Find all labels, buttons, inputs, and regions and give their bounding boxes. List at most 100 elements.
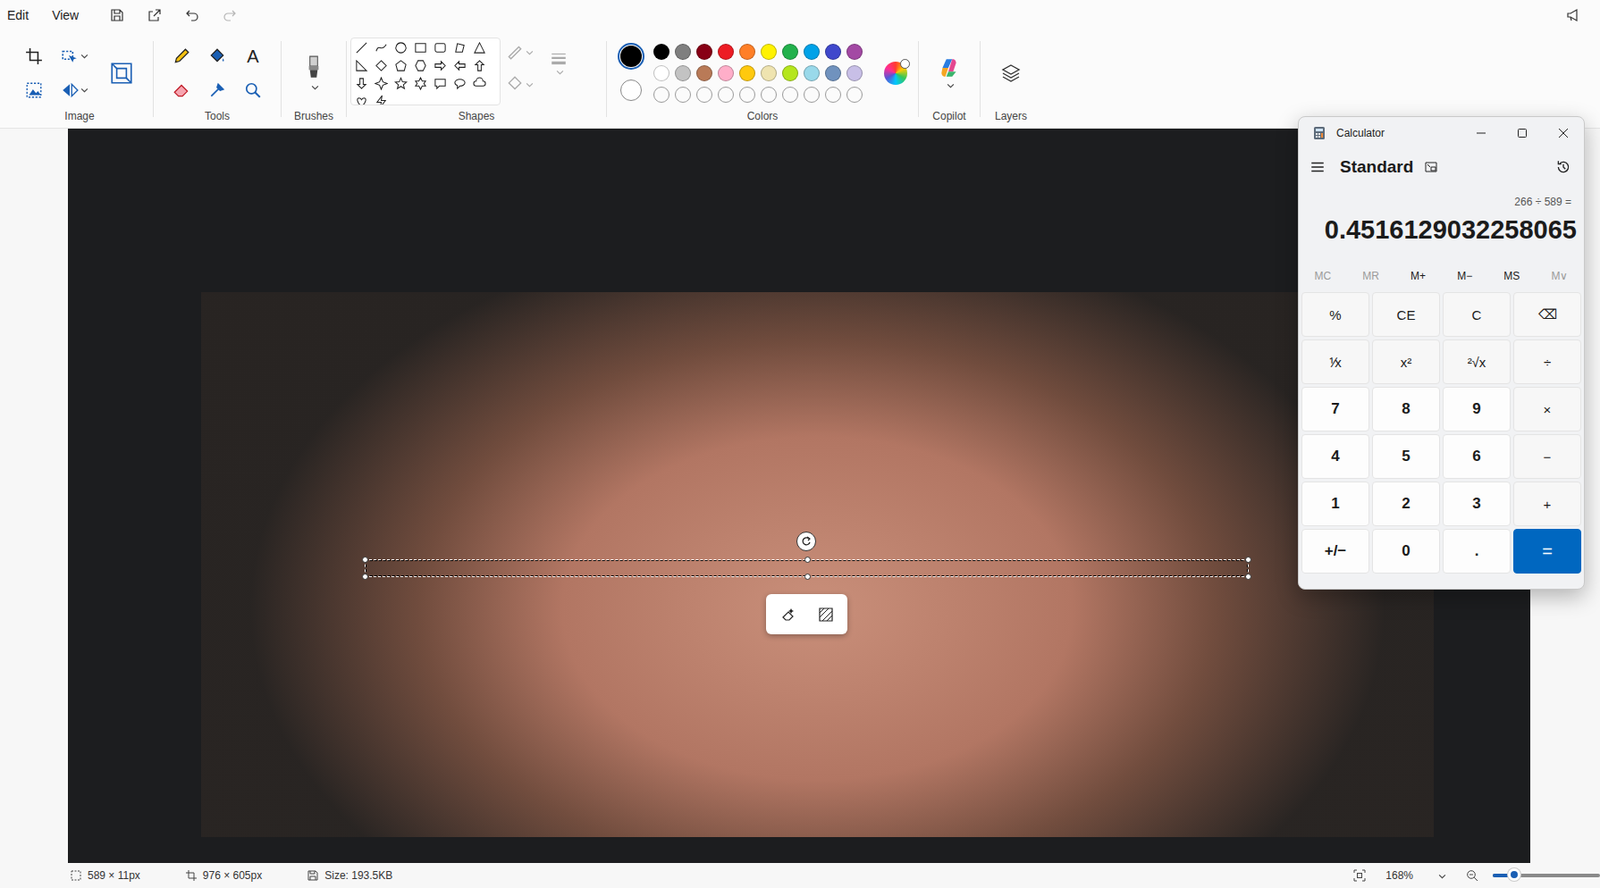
calc-key[interactable]: ⅟x [1301,339,1370,385]
palette-color[interactable] [760,65,777,82]
fit-to-window-icon[interactable] [1353,869,1366,883]
shape-icon[interactable] [453,41,467,55]
calc-key[interactable]: 6 [1442,434,1511,480]
close-icon[interactable] [1542,118,1584,148]
calc-key[interactable]: ⌫ [1513,292,1582,337]
calc-key[interactable]: ÷ [1513,339,1582,385]
shape-icon[interactable] [354,76,369,91]
memory-button[interactable]: M− [1451,266,1478,287]
shape-icon[interactable] [374,41,388,55]
palette-color[interactable] [653,65,670,82]
palette-color[interactable] [760,86,777,103]
select-dropdown[interactable] [60,47,97,66]
palette-color[interactable] [803,65,820,82]
maximize-icon[interactable] [1501,118,1543,148]
calc-key[interactable]: ²√x [1442,339,1511,385]
palette-color[interactable] [717,65,734,82]
calc-key[interactable]: 5 [1372,434,1440,480]
palette-color[interactable] [674,86,691,103]
calc-key[interactable]: 7 [1301,387,1370,432]
history-icon[interactable] [1555,159,1572,176]
palette-color[interactable] [782,86,799,103]
rotate-handle[interactable] [796,531,817,552]
palette-color[interactable] [825,65,842,82]
shape-icon[interactable] [374,58,388,73]
palette-color[interactable] [674,43,691,60]
shape-icon[interactable] [354,94,369,106]
palette-color[interactable] [846,86,863,103]
calc-key[interactable]: . [1442,529,1511,574]
remove-background-icon[interactable] [25,81,43,100]
shape-icon[interactable] [394,41,408,55]
palette-color[interactable] [803,43,820,60]
palette-color[interactable] [717,43,734,60]
shape-icon[interactable] [472,41,487,55]
magnifier-icon[interactable] [244,81,262,100]
palette-color[interactable] [739,43,756,60]
calc-key[interactable]: × [1513,387,1582,432]
zoom-dropdown[interactable]: 168% [1380,867,1452,885]
zoom-out-icon[interactable] [1465,869,1479,883]
shape-icon[interactable] [394,76,408,91]
shape-icon[interactable] [374,94,388,106]
palette-color[interactable] [782,65,799,82]
shape-icon[interactable] [433,41,447,55]
palette-color[interactable] [846,65,863,82]
shape-size-dropdown[interactable] [538,37,568,76]
calc-key[interactable]: − [1513,434,1582,480]
memory-button[interactable]: MS [1498,266,1525,287]
calc-key[interactable]: C [1442,292,1511,337]
zoom-thumb[interactable] [1507,868,1521,882]
minimize-icon[interactable] [1460,118,1502,148]
palette-color[interactable] [674,65,691,82]
brushes-dropdown[interactable] [303,54,324,92]
calc-key[interactable]: 9 [1442,387,1511,432]
palette-color[interactable] [760,43,777,60]
palette-color[interactable] [717,86,734,103]
shape-icon[interactable] [354,41,369,55]
shape-icon[interactable] [394,58,408,73]
resize-handle[interactable] [804,573,811,581]
shape-icon[interactable] [433,76,447,91]
generative-erase-icon[interactable] [780,606,797,624]
resize-image-icon[interactable] [109,60,135,86]
palette-color[interactable] [739,86,756,103]
zoom-slider[interactable] [1492,874,1600,878]
title-bar[interactable]: Calculator [1298,117,1584,150]
copilot-dropdown[interactable] [922,35,977,110]
shape-icon[interactable] [413,41,428,55]
eraser-icon[interactable] [172,81,191,100]
shape-icon[interactable] [354,58,369,73]
fill-dropdown[interactable] [505,75,534,93]
calc-key[interactable]: % [1301,292,1370,337]
calc-key[interactable]: = [1513,529,1582,574]
calc-key[interactable]: 2 [1372,481,1440,527]
fill-icon[interactable] [208,47,227,66]
resize-handle[interactable] [804,556,811,564]
secondary-color[interactable] [617,76,645,104]
pencil-icon[interactable] [172,47,191,66]
palette-color[interactable] [696,43,713,60]
blur-background-icon[interactable] [817,606,834,624]
shape-icon[interactable] [413,76,428,91]
calc-key[interactable]: 8 [1372,387,1440,432]
palette-color[interactable] [782,43,799,60]
calc-key[interactable]: x² [1372,339,1440,385]
hamburger-icon[interactable] [1309,159,1326,176]
shape-icon[interactable] [472,76,487,91]
palette-color[interactable] [846,43,863,60]
shape-icon[interactable] [413,58,428,73]
resize-handle[interactable] [1245,556,1252,564]
palette-color[interactable] [696,65,713,82]
resize-handle[interactable] [1245,573,1252,581]
calc-key[interactable]: + [1513,481,1582,527]
memory-button[interactable]: M+ [1405,266,1432,287]
layers-icon[interactable] [1000,62,1022,85]
selection-box[interactable] [364,559,1249,578]
color-picker-icon[interactable] [208,81,227,100]
palette-color[interactable] [653,86,670,103]
calc-key[interactable]: 0 [1372,529,1440,574]
calc-key[interactable]: 1 [1301,481,1370,527]
menu-item[interactable]: View [48,4,90,26]
crop-icon[interactable] [25,47,43,66]
